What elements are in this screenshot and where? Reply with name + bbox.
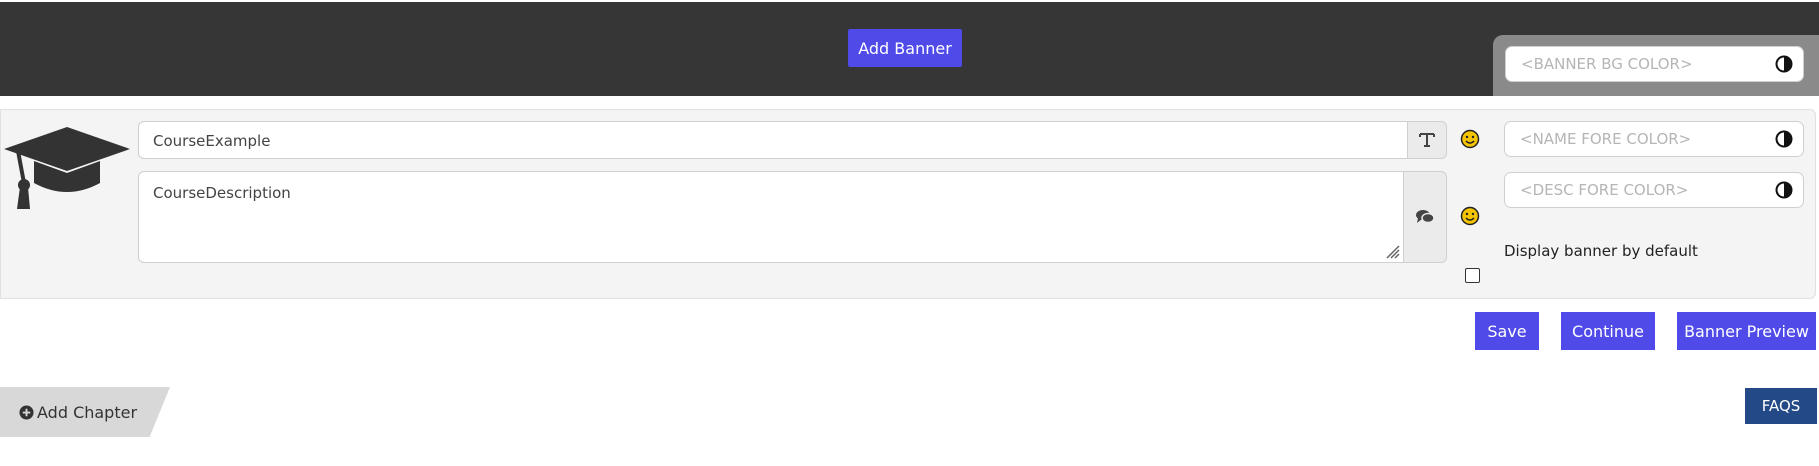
add-banner-button[interactable]: Add Banner <box>848 29 962 67</box>
banner-bg-color-input[interactable]: <BANNER BG COLOR> <box>1505 46 1804 82</box>
banner-preview-button[interactable]: Banner Preview <box>1677 312 1816 350</box>
plus-circle-icon <box>19 404 34 420</box>
banner-bg-color-placeholder: <BANNER BG COLOR> <box>1521 55 1693 73</box>
resize-handle-icon[interactable] <box>1384 243 1400 259</box>
smiley-icon[interactable] <box>1460 129 1480 149</box>
name-fore-color-placeholder: <NAME FORE COLOR> <box>1520 130 1692 148</box>
text-format-icon <box>1419 133 1435 147</box>
contrast-icon[interactable] <box>1775 181 1793 199</box>
save-button[interactable]: Save <box>1475 312 1539 350</box>
course-description-textarea[interactable]: CourseDescription <box>138 171 1404 263</box>
font-style-button[interactable] <box>1407 121 1447 159</box>
description-style-button[interactable] <box>1403 171 1447 263</box>
contrast-icon[interactable] <box>1775 55 1793 73</box>
desc-fore-color-placeholder: <DESC FORE COLOR> <box>1520 181 1689 199</box>
course-description-text: CourseDescription <box>153 184 291 202</box>
contrast-icon[interactable] <box>1775 130 1793 148</box>
display-banner-checkbox[interactable] <box>1465 268 1480 283</box>
faqs-button[interactable]: FAQS <box>1745 388 1817 424</box>
add-chapter-label: Add Chapter <box>37 402 138 422</box>
continue-button[interactable]: Continue <box>1561 312 1655 350</box>
desc-fore-color-input[interactable]: <DESC FORE COLOR> <box>1504 172 1804 208</box>
display-banner-label: Display banner by default <box>1504 242 1698 260</box>
add-chapter-button[interactable]: Add Chapter <box>0 387 170 437</box>
chat-icon <box>1416 210 1435 224</box>
smiley-icon[interactable] <box>1460 206 1480 226</box>
course-name-input[interactable]: CourseExample <box>138 121 1408 159</box>
graduation-cap-icon <box>4 127 130 209</box>
name-fore-color-input[interactable]: <NAME FORE COLOR> <box>1504 121 1804 157</box>
